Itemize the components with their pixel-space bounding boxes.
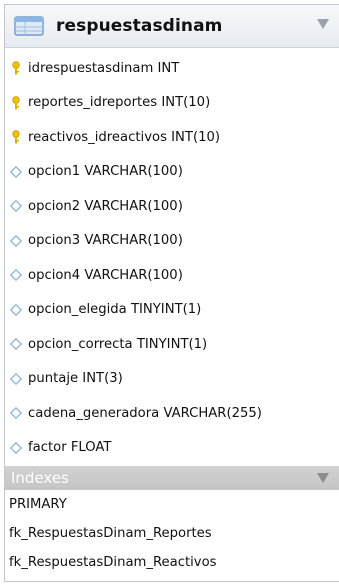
diamond-icon	[9, 303, 23, 316]
diamond-icon	[9, 269, 23, 282]
collapse-arrow-icon[interactable]	[317, 473, 329, 483]
indexes-header[interactable]: Indexes	[5, 466, 339, 490]
index-item[interactable]: PRIMARY	[5, 490, 339, 519]
index-item[interactable]: fk_RespuestasDinam_Reactivos	[5, 548, 339, 577]
column-row[interactable]: opcion1 VARCHAR(100)	[5, 155, 339, 190]
column-row[interactable]: puntaje INT(3)	[5, 362, 339, 397]
column-row[interactable]: opcion2 VARCHAR(100)	[5, 189, 339, 224]
diamond-icon	[9, 372, 23, 385]
index-item[interactable]: fk_RespuestasDinam_Reportes	[5, 519, 339, 548]
column-label: cadena_generadora VARCHAR(255)	[28, 405, 262, 421]
collapse-arrow-icon[interactable]	[317, 19, 329, 29]
table-icon	[12, 15, 46, 37]
column-label: factor FLOAT	[28, 440, 112, 456]
table-header[interactable]: respuestasdinam	[5, 5, 339, 48]
column-row[interactable]: opcion4 VARCHAR(100)	[5, 258, 339, 293]
column-row[interactable]: opcion_elegida TINYINT(1)	[5, 293, 339, 328]
diamond-icon	[9, 441, 23, 454]
column-label: opcion2 VARCHAR(100)	[28, 198, 183, 214]
table-card[interactable]: respuestasdinam idrespuestasdinam INT re…	[4, 4, 339, 582]
diamond-icon	[9, 165, 23, 178]
column-row[interactable]: idrespuestasdinam INT	[5, 51, 339, 86]
table-title: respuestasdinam	[56, 16, 223, 36]
diamond-icon	[9, 338, 23, 351]
column-label: reactivos_idreactivos INT(10)	[28, 129, 221, 145]
indexes-title: Indexes	[11, 469, 69, 487]
column-row[interactable]: opcion3 VARCHAR(100)	[5, 224, 339, 259]
key-icon	[9, 130, 23, 144]
diamond-icon	[9, 234, 23, 247]
column-row[interactable]: reportes_idreportes INT(10)	[5, 86, 339, 121]
column-row[interactable]: cadena_generadora VARCHAR(255)	[5, 396, 339, 431]
column-label: reportes_idreportes INT(10)	[28, 95, 211, 111]
columns-list: idrespuestasdinam INT reportes_idreporte…	[5, 48, 339, 465]
diamond-icon	[9, 407, 23, 420]
column-label: opcion_elegida TINYINT(1)	[28, 302, 202, 318]
column-label: idrespuestasdinam INT	[28, 60, 180, 76]
key-icon	[9, 96, 23, 110]
column-label: opcion3 VARCHAR(100)	[28, 233, 183, 249]
diamond-icon	[9, 200, 23, 213]
column-label: opcion_correcta TINYINT(1)	[28, 336, 208, 352]
column-row[interactable]: opcion_correcta TINYINT(1)	[5, 327, 339, 362]
column-label: opcion4 VARCHAR(100)	[28, 267, 183, 283]
column-row[interactable]: factor FLOAT	[5, 431, 339, 466]
column-label: opcion1 VARCHAR(100)	[28, 164, 183, 180]
key-icon	[9, 61, 23, 75]
column-row[interactable]: reactivos_idreactivos INT(10)	[5, 120, 339, 155]
column-label: puntaje INT(3)	[28, 371, 123, 387]
